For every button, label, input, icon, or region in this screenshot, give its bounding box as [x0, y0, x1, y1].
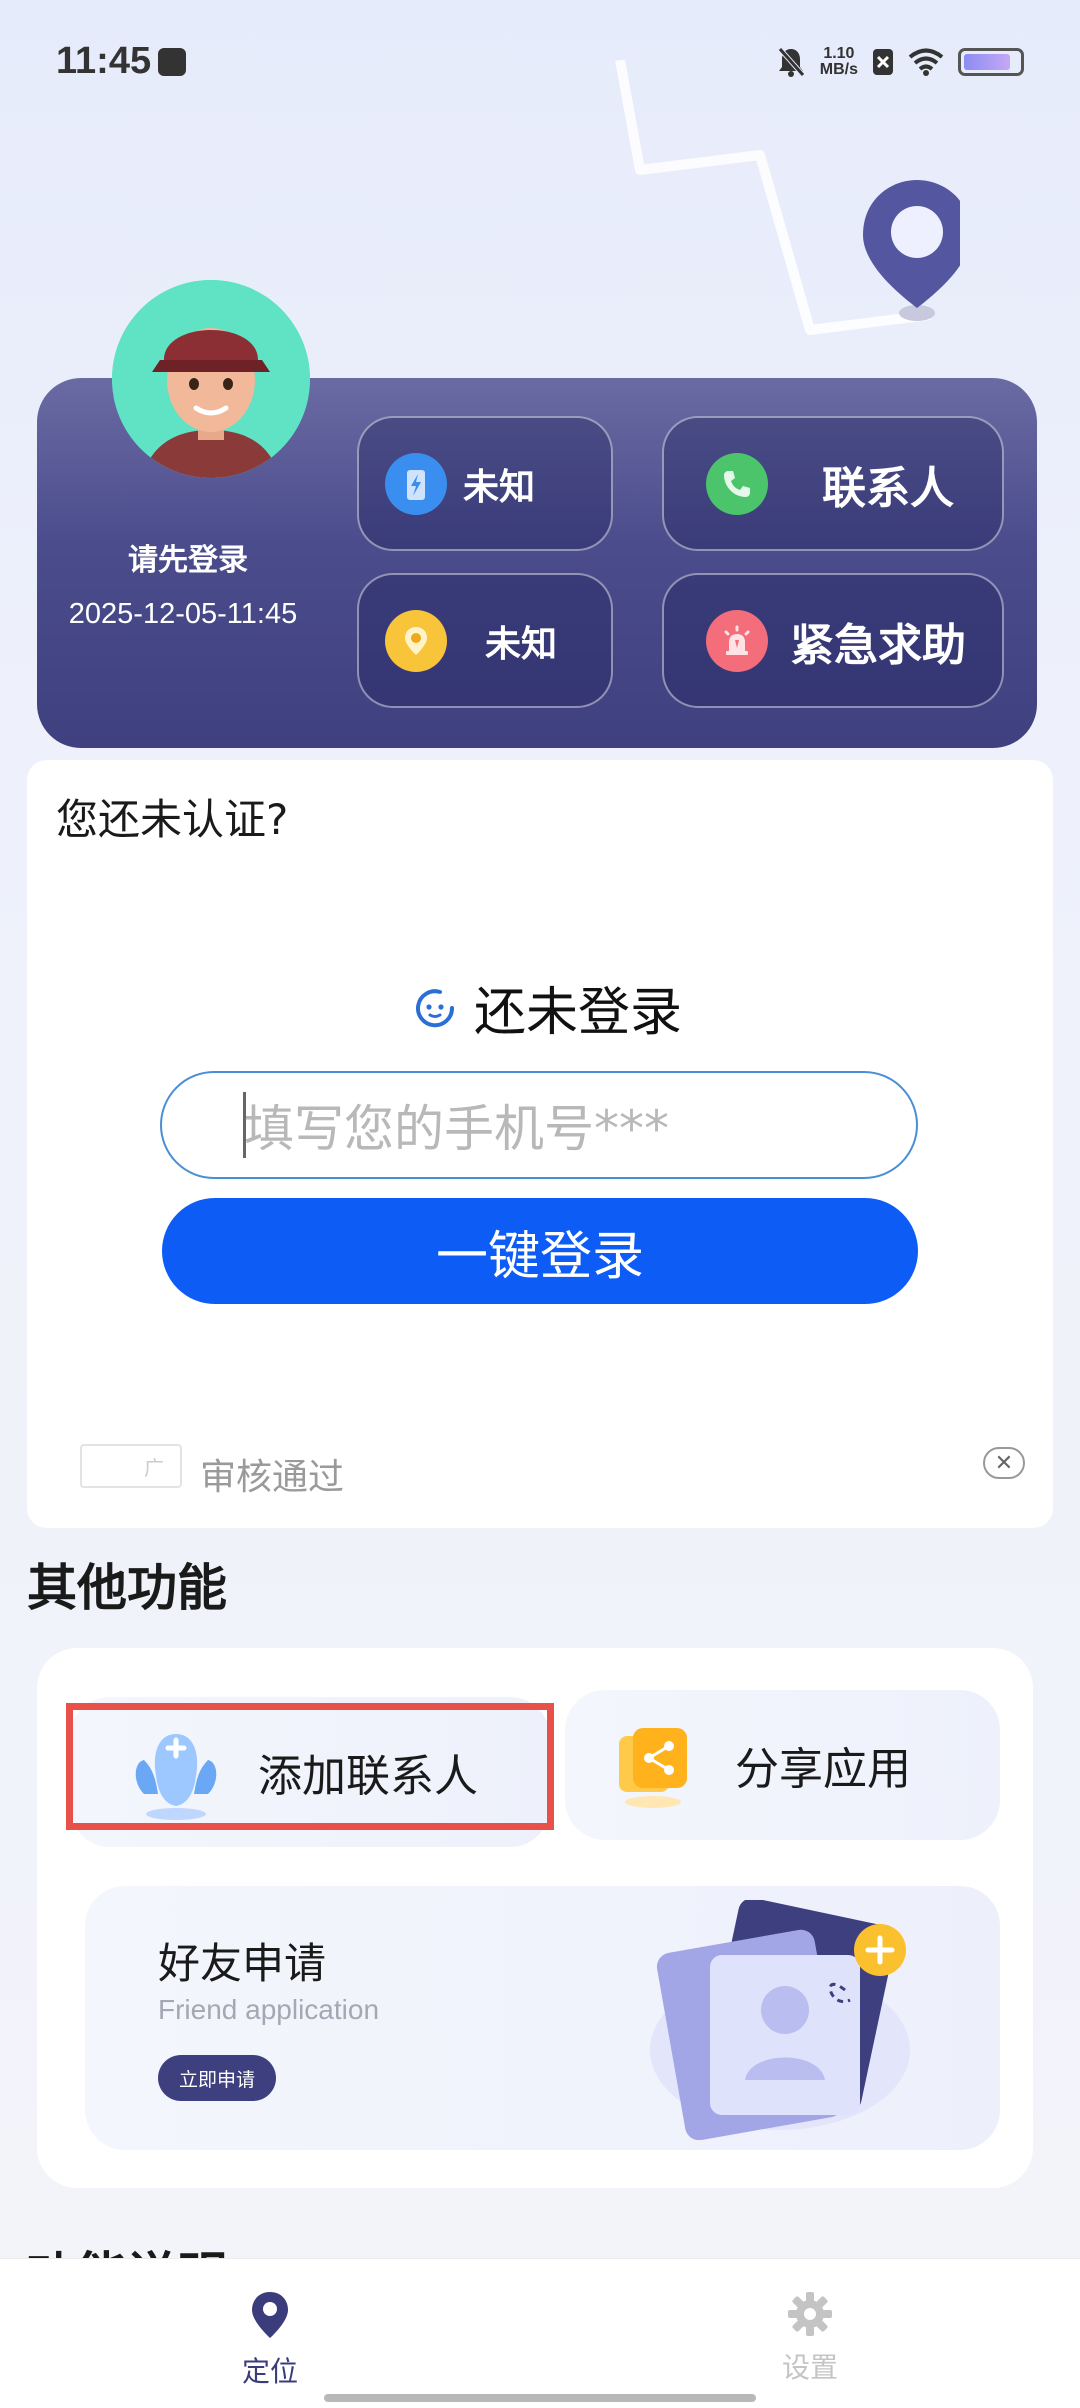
ad-badge: 广 — [80, 1444, 182, 1488]
avatar[interactable] — [112, 280, 310, 478]
nav-item-locate-label: 定位 — [241, 2355, 298, 2388]
text-caret — [243, 1092, 246, 1158]
smiley-icon — [416, 988, 455, 1027]
battery-charge-icon — [385, 452, 447, 515]
friend-card-illustration — [650, 1900, 910, 2140]
not-logged-in-label: 还未登录 — [474, 983, 683, 1043]
phone-icon — [706, 452, 768, 515]
status-time: 11:45 — [56, 40, 152, 82]
location-status-label: 未知 — [485, 623, 558, 665]
location-pin-icon — [385, 609, 447, 672]
nav-item-settings[interactable]: 设置 — [750, 2290, 870, 2386]
alarm-siren-icon — [706, 609, 768, 672]
nav-item-settings-label: 设置 — [781, 2351, 838, 2384]
section-title-other-features: 其他功能 — [27, 1559, 227, 1617]
share-app-button[interactable]: 分享应用 — [565, 1690, 1000, 1840]
ad-badge-label: 广 — [144, 1455, 164, 1480]
home-indicator[interactable] — [324, 2394, 756, 2402]
route-map-decoration — [615, 60, 960, 335]
battery-status-button[interactable]: 未知 — [357, 416, 613, 551]
ad-text: 审核通过 — [200, 1457, 345, 1498]
bottom-nav — [0, 2258, 1080, 2408]
share-app-label: 分享应用 — [735, 1744, 911, 1795]
share-icon — [619, 1728, 687, 1808]
highlight-box — [66, 1703, 554, 1830]
nav-item-locate[interactable]: 定位 — [210, 2290, 330, 2390]
friend-request-subtitle: Friend application — [158, 1994, 380, 2025]
emergency-help-button[interactable]: 紧急求助 — [662, 573, 1004, 708]
contacts-label: 联系人 — [822, 462, 954, 514]
emergency-help-label: 紧急求助 — [790, 619, 966, 671]
location-status-button[interactable]: 未知 — [357, 573, 613, 708]
contacts-button[interactable]: 联系人 — [662, 416, 1004, 551]
phone-number-placeholder: 填写您的手机号*** — [244, 1100, 669, 1158]
ad-close-icon[interactable]: ✕ — [983, 1447, 1025, 1479]
one-click-login-button[interactable]: 一键登录 — [162, 1198, 918, 1304]
login-prompt[interactable]: 请先登录 — [72, 535, 304, 579]
battery-status-label: 未知 — [463, 466, 536, 508]
datetime: 2025-12-05-11:45 — [68, 598, 298, 630]
auth-title: 您还未认证? — [56, 795, 289, 844]
gear-icon — [788, 2292, 832, 2336]
apply-now-button[interactable]: 立即申请 — [158, 2055, 276, 2101]
battery-icon — [958, 48, 1024, 76]
location-pin-icon — [252, 2292, 288, 2338]
message-notification-icon — [158, 48, 186, 76]
not-logged-in-status: 还未登录 — [412, 970, 682, 1045]
friend-request-title: 好友申请 — [158, 1939, 327, 1988]
phone-number-input[interactable]: 填写您的手机号*** — [160, 1071, 918, 1179]
